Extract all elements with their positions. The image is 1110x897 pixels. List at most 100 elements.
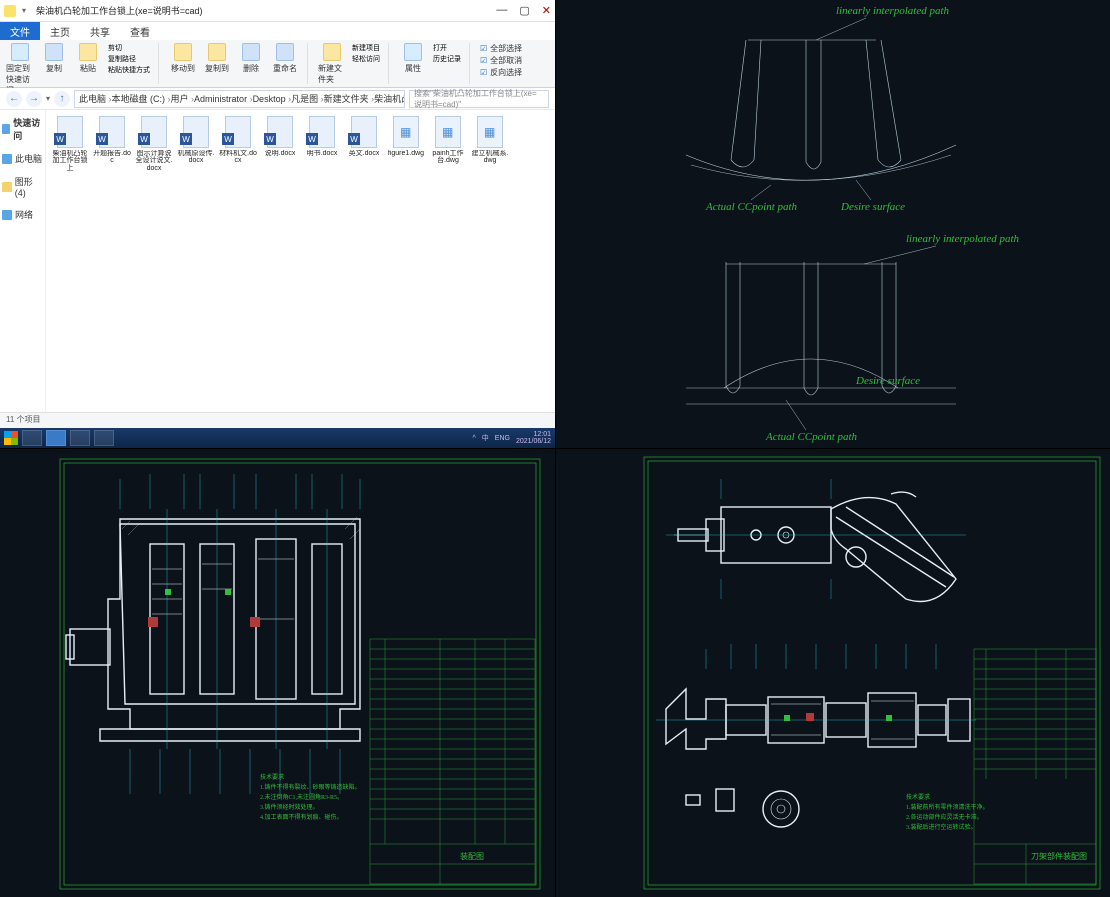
newitem-button[interactable]: 新建项目 (352, 43, 380, 53)
qat-arrow-icon[interactable]: ▾ (22, 6, 26, 15)
tab-view[interactable]: 查看 (120, 22, 160, 41)
file-item[interactable]: figure1.dwg (386, 116, 426, 172)
svg-text:装配图: 装配图 (460, 851, 484, 861)
nav-this-pc[interactable]: 此电脑 (2, 150, 43, 167)
word-file-icon (267, 116, 293, 148)
file-item[interactable]: 英文.docx (344, 116, 384, 172)
label-linear-path-2: linearly interpolated path (906, 233, 1020, 245)
crumb: 用户 (171, 92, 195, 105)
file-label: 柴油机凸轮加工作台锁上 (50, 150, 90, 172)
ribbon: 固定到快速访问 复制 粘贴 剪切 复制路径 粘贴快捷方式 移动到 复制到 删除 … (0, 40, 555, 88)
history-button[interactable]: 历史记录 (433, 54, 461, 64)
svg-text:2.未注倒角C1,未注圆角R3-R5。: 2.未注倒角C1,未注圆角R3-R5。 (260, 793, 343, 801)
easyaccess-button[interactable]: 轻松访问 (352, 54, 380, 64)
pasteshort-button[interactable]: 粘贴快捷方式 (108, 65, 150, 75)
svg-text:3.铸件须经时效处理。: 3.铸件须经时效处理。 (260, 803, 319, 811)
file-label: 说明.docx (265, 150, 296, 157)
up-button[interactable]: ↑ (54, 91, 70, 107)
open-button[interactable]: 打开 (433, 43, 461, 53)
word-file-icon (309, 116, 335, 148)
taskbar-item-explorer[interactable] (46, 430, 66, 446)
taskbar: ^ 中 ENG 12:01 2021/06/12 (0, 428, 555, 448)
dwg-file-icon (393, 116, 419, 148)
dwg-file-icon (435, 116, 461, 148)
tray-lang[interactable]: ENG (495, 435, 510, 442)
tray-up-icon[interactable]: ^ (472, 435, 475, 442)
breadcrumb[interactable]: 此电脑 本地磁盘 (C:) 用户 Administrator Desktop 凡… (74, 90, 405, 108)
taskbar-item[interactable] (22, 430, 42, 446)
copyto-button[interactable]: 复制到 (203, 43, 231, 74)
folder-icon (4, 5, 16, 17)
properties-button[interactable]: 属性 (399, 43, 427, 74)
file-label: 明书.docx (307, 150, 338, 157)
nav-pictures[interactable]: 图形(4) (2, 173, 43, 200)
tab-home[interactable]: 主页 (40, 22, 80, 41)
svg-text:技术要求: 技术要求 (906, 793, 930, 801)
word-file-icon (351, 116, 377, 148)
cad-path-diagram: linearly interpolated path Actual CCpoin… (556, 0, 1110, 448)
title-block: 刀架部件装配图 (974, 649, 1096, 884)
maximize-button[interactable]: ▢ (519, 4, 529, 17)
moveto-button[interactable]: 移动到 (169, 43, 197, 74)
crumb: 本地磁盘 (C:) (112, 92, 171, 105)
nav-quick-access[interactable]: 快速访问 (2, 114, 43, 144)
nav-pane: 快速访问 此电脑 图形(4) 网络 (0, 110, 46, 412)
upper-view (666, 479, 966, 602)
word-file-icon (141, 116, 167, 148)
delete-button[interactable]: 删除 (237, 43, 265, 74)
file-item[interactable]: 建立机械系.dwg (470, 116, 510, 172)
cut-button[interactable]: 剪切 (108, 43, 150, 53)
rename-button[interactable]: 重命名 (271, 43, 299, 74)
crumb: Administrator (194, 94, 253, 104)
label-cc-path-2: Actual CCpoint path (765, 431, 858, 443)
nav-network[interactable]: 网络 (2, 206, 43, 223)
back-button[interactable]: ← (6, 91, 22, 107)
file-item[interactable]: painh工作台.dwg (428, 116, 468, 172)
svg-text:1.装配前所有零件须清洗干净。: 1.装配前所有零件须清洗干净。 (906, 803, 989, 811)
file-list[interactable]: 柴油机凸轮加工作台锁上开题报告.doc图示计算说全设计说文.docx机械原设传.… (46, 110, 555, 412)
file-item[interactable]: 图示计算说全设计说文.docx (134, 116, 174, 172)
tray-clock[interactable]: 12:01 2021/06/12 (516, 431, 551, 445)
file-label: figure1.dwg (388, 150, 424, 157)
title-block: 装配图 (370, 639, 535, 884)
tab-share[interactable]: 共享 (80, 22, 120, 41)
gearbox-section (66, 474, 360, 794)
file-item[interactable]: 明书.docx (302, 116, 342, 172)
word-file-icon (183, 116, 209, 148)
recent-dropdown[interactable]: ▾ (46, 94, 50, 103)
newfolder-button[interactable]: 新建文件夹 (318, 43, 346, 85)
file-item[interactable]: 柴油机凸轮加工作台锁上 (50, 116, 90, 172)
search-input[interactable]: 搜索"柴油机凸轮加工作台锁上(xe=说明书=cad)" (409, 90, 549, 108)
file-label: 英文.docx (349, 150, 380, 157)
label-desire-surface: Desire surface (840, 201, 905, 213)
label-linear-path: linearly interpolated path (836, 5, 950, 17)
copy-button[interactable]: 复制 (40, 43, 68, 74)
file-item[interactable]: 说明.docx (260, 116, 300, 172)
svg-text:3.装配后进行空运转试验。: 3.装配后进行空运转试验。 (906, 823, 977, 831)
label-cc-path: Actual CCpoint path (705, 201, 798, 213)
crumb: 凡是图 (291, 92, 324, 105)
selectall-button[interactable]: 全部选择 (480, 43, 522, 54)
close-button[interactable]: ✕ (542, 4, 551, 17)
taskbar-item[interactable] (94, 430, 114, 446)
forward-button[interactable]: → (26, 91, 42, 107)
start-button[interactable] (4, 431, 18, 445)
tab-file[interactable]: 文件 (0, 22, 40, 41)
taskbar-item[interactable] (70, 430, 90, 446)
file-label: 开题报告.doc (92, 150, 132, 165)
svg-text:4.加工表面不得有划痕、碰伤。: 4.加工表面不得有划痕、碰伤。 (260, 813, 343, 821)
paste-button[interactable]: 粘贴 (74, 43, 102, 74)
dwg-file-icon (477, 116, 503, 148)
file-explorer-window: ▾ 柴油机凸轮加工作台锁上(xe=说明书=cad) — ▢ ✕ 文件 主页 共享… (0, 0, 555, 448)
svg-text:1.铸件不得有裂纹、砂眼等铸造缺陷。: 1.铸件不得有裂纹、砂眼等铸造缺陷。 (260, 783, 361, 791)
file-item[interactable]: 材料机文.docx (218, 116, 258, 172)
minimize-button[interactable]: — (496, 4, 507, 17)
selectnone-button[interactable]: 全部取消 (480, 55, 522, 66)
ribbon-tab-row: 文件 主页 共享 查看 (0, 22, 555, 40)
invert-button[interactable]: 反向选择 (480, 67, 522, 78)
file-item[interactable]: 开题报告.doc (92, 116, 132, 172)
tray-ime[interactable]: 中 (482, 433, 489, 443)
cad-toolpost-drawing: 刀架部件装配图 (556, 449, 1110, 897)
copypath-button[interactable]: 复制路径 (108, 54, 150, 64)
file-item[interactable]: 机械原设传.docx (176, 116, 216, 172)
